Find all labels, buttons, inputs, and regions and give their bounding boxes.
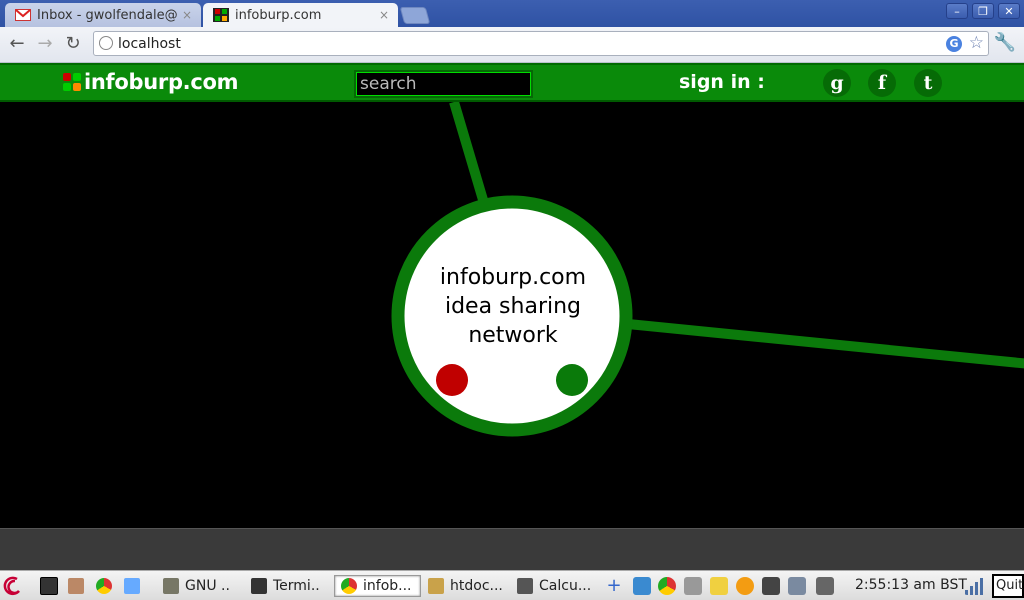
sign-in-label: sign in : (679, 71, 765, 93)
site-header: infoburp.com sign in : g f t (0, 63, 1024, 102)
browser-toolbar: ← → ↻ localhost G ☆ 🔧 (0, 27, 1024, 63)
paint-launcher-icon[interactable] (68, 575, 90, 597)
taskbar-item-calculator[interactable]: Calcu... (517, 575, 591, 597)
graph-edge (449, 100, 491, 212)
graph-svg: infoburp.com idea sharing network (391, 100, 1024, 437)
usb-icon[interactable] (684, 577, 702, 595)
chrome-launcher-icon[interactable] (96, 575, 118, 597)
debian-menu-icon[interactable] (3, 575, 25, 597)
terminal-launcher-icon[interactable] (40, 575, 64, 597)
terminal-icon (251, 578, 267, 594)
update-launcher-icon[interactable] (124, 575, 146, 597)
os-taskbar: GNU .. Termi.. infob... htdoc... Calcu..… (0, 570, 1024, 600)
node-green-handle[interactable] (556, 364, 588, 396)
google-signin-icon[interactable]: g (823, 69, 851, 97)
back-button[interactable]: ← (6, 33, 28, 55)
close-window-button[interactable]: ✕ (998, 3, 1020, 19)
node-title-line: idea sharing (445, 294, 581, 319)
add-icon[interactable]: + (605, 577, 623, 595)
clock[interactable]: 2:55:13 am BST (855, 577, 967, 593)
screenshot-icon[interactable] (816, 577, 834, 595)
devices-icon[interactable] (788, 577, 806, 595)
chrome-tray-icon[interactable] (658, 577, 676, 595)
tab-close-icon[interactable]: × (178, 8, 196, 22)
address-bar[interactable]: localhost G ☆ (93, 31, 989, 56)
chrome-icon (341, 578, 357, 594)
facebook-signin-icon[interactable]: f (868, 69, 896, 97)
wrench-icon[interactable]: 🔧 (994, 32, 1016, 53)
node-red-handle[interactable] (436, 364, 468, 396)
tab-title: infoburp.com (235, 7, 322, 23)
new-tab-button[interactable] (399, 7, 431, 24)
weather-icon[interactable] (736, 577, 754, 595)
idea-node[interactable]: infoburp.com idea sharing network (391, 195, 633, 437)
quit-button[interactable]: Quit (992, 574, 1024, 598)
taskbar-item-terminal[interactable]: Termi.. (251, 575, 320, 597)
folder-icon (428, 578, 444, 594)
minimize-button[interactable]: – (946, 3, 968, 19)
site-logo[interactable]: infoburp.com (63, 70, 239, 94)
search-input[interactable] (356, 72, 531, 96)
tumblr-signin-icon[interactable]: t (914, 69, 942, 97)
logo-text: infoburp.com (84, 70, 239, 94)
address-text[interactable]: localhost (118, 36, 181, 52)
network-icon[interactable] (762, 577, 780, 595)
node-title-line: network (468, 323, 558, 348)
graph-canvas[interactable]: infoburp.com idea sharing network (0, 100, 1024, 528)
infoburp-favicon (213, 8, 229, 22)
tab-title: Inbox - gwolfendale@gr (37, 7, 178, 23)
browser-tabstrip: Inbox - gwolfendale@gr × infoburp.com × … (0, 0, 1024, 27)
tab-close-icon[interactable]: × (375, 8, 393, 22)
gmail-icon (15, 9, 31, 21)
tab-gmail-inbox[interactable]: Inbox - gwolfendale@gr × (5, 3, 201, 27)
notes-icon[interactable] (710, 577, 728, 595)
logo-squares-icon (63, 73, 81, 91)
taskbar-item-htdocs[interactable]: htdoc... (428, 575, 503, 597)
forward-button[interactable]: → (34, 33, 56, 55)
tab-infoburp[interactable]: infoburp.com × (203, 3, 398, 27)
reload-button[interactable]: ↻ (62, 33, 84, 55)
taskbar-item-infoburp[interactable]: infob... (334, 575, 421, 597)
page-footer-band (0, 528, 1024, 571)
node-title-line: infoburp.com (440, 265, 586, 290)
gimp-icon (163, 578, 179, 594)
search-engine-icon[interactable]: G (946, 36, 962, 52)
restore-button[interactable]: ❐ (972, 3, 994, 19)
bookmark-star-icon[interactable]: ☆ (969, 33, 984, 53)
dropbox-icon[interactable] (633, 577, 651, 595)
globe-icon (99, 36, 113, 50)
graph-edge (627, 319, 1024, 369)
calculator-icon (517, 578, 533, 594)
wifi-signal-icon[interactable] (964, 577, 986, 595)
taskbar-item-gnu[interactable]: GNU .. (163, 575, 230, 597)
search-box (354, 70, 533, 98)
